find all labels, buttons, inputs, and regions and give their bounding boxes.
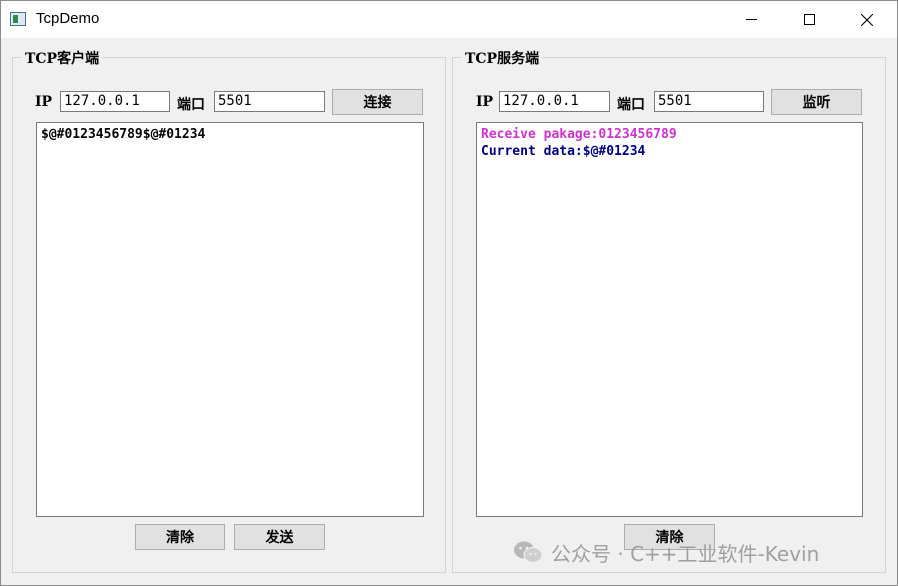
server-port-label: 端口 (617, 97, 645, 113)
server-log-line: Receive pakage:0123456789 (481, 127, 677, 142)
server-log-line: Current data:$@#01234 (481, 144, 646, 159)
minimize-button[interactable] (728, 1, 774, 38)
client-log-line: $@#0123456789$@#01234 (41, 127, 206, 142)
wechat-icon (513, 540, 543, 564)
listen-button[interactable]: 监听 (771, 89, 862, 115)
watermark-text: 公众号 · C++工业软件-Kevin (551, 541, 820, 566)
client-ip-label: IP (35, 94, 53, 110)
send-button[interactable]: 发送 (234, 524, 325, 550)
server-ip-input[interactable]: 127.0.0.1 (499, 91, 610, 112)
server-group-title: TCP服务端 (461, 48, 544, 68)
app-window: TcpDemo TCP客户端 IP 127.0.0.1 端口 5501 连接 $… (0, 0, 898, 586)
client-clear-button[interactable]: 清除 (135, 524, 225, 550)
server-ip-label: IP (476, 94, 494, 110)
close-icon (861, 13, 873, 26)
server-port-input[interactable]: 5501 (654, 91, 764, 112)
client-ip-input[interactable]: 127.0.0.1 (60, 91, 170, 112)
close-button[interactable] (844, 1, 890, 38)
maximize-button[interactable] (786, 1, 832, 38)
server-log-textarea[interactable]: Receive pakage:0123456789 Current data:$… (476, 122, 863, 517)
maximize-icon (803, 14, 815, 25)
title-bar[interactable]: TcpDemo (1, 1, 897, 38)
client-group-title: TCP客户端 (21, 48, 104, 68)
app-window-icon (10, 12, 26, 26)
connect-button[interactable]: 连接 (332, 89, 423, 115)
client-log-textarea[interactable]: $@#0123456789$@#01234 (36, 122, 424, 517)
window-title: TcpDemo (36, 10, 100, 27)
watermark: 公众号 · C++工业软件-Kevin (513, 539, 820, 566)
minimize-icon (745, 19, 757, 20)
client-port-input[interactable]: 5501 (214, 91, 325, 112)
client-port-label: 端口 (177, 97, 205, 113)
